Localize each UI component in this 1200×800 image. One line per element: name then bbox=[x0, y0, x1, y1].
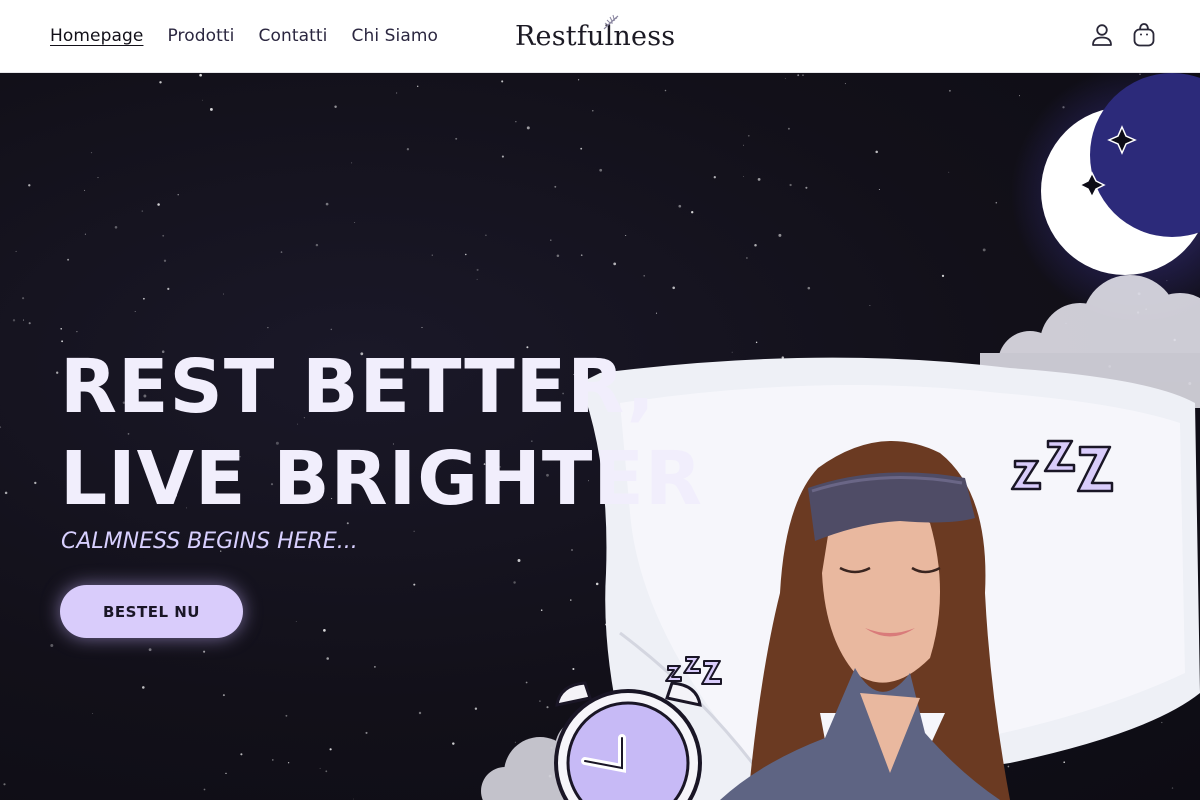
nav-link-homepage[interactable]: Homepage bbox=[50, 26, 143, 46]
shopping-bag-icon[interactable] bbox=[1132, 22, 1156, 48]
account-icon[interactable] bbox=[1090, 22, 1114, 48]
nav-link-chi-siamo[interactable]: Chi Siamo bbox=[351, 26, 438, 46]
hero-tagline: CALMNESS BEGINS HERE... bbox=[61, 529, 358, 554]
main-nav: Homepage Prodotti Contatti Chi Siamo bbox=[50, 0, 438, 72]
nav-link-contatti[interactable]: Contatti bbox=[258, 26, 327, 46]
leaf-sprig-icon bbox=[603, 14, 619, 30]
nav-link-prodotti[interactable]: Prodotti bbox=[167, 26, 234, 46]
headline-line-2: LIVE BRIGHTER bbox=[60, 436, 703, 522]
site-header: Homepage Prodotti Contatti Chi Siamo Res… bbox=[0, 0, 1200, 73]
crescent-moon-icon bbox=[1041, 73, 1200, 275]
hero-banner: REST BETTER, LIVE BRIGHTER CALMNESS BEGI… bbox=[0, 73, 1200, 800]
logo-wordmark: Restfulness bbox=[515, 20, 676, 52]
hero-headline: REST BETTER, LIVE BRIGHTER bbox=[60, 341, 703, 525]
order-now-button[interactable]: BESTEL NU bbox=[60, 585, 243, 638]
headline-line-1: REST BETTER, bbox=[60, 344, 656, 430]
header-actions bbox=[1090, 22, 1156, 48]
alarm-clock-icon bbox=[554, 681, 702, 800]
brand-logo[interactable]: Restfulness bbox=[515, 14, 675, 58]
